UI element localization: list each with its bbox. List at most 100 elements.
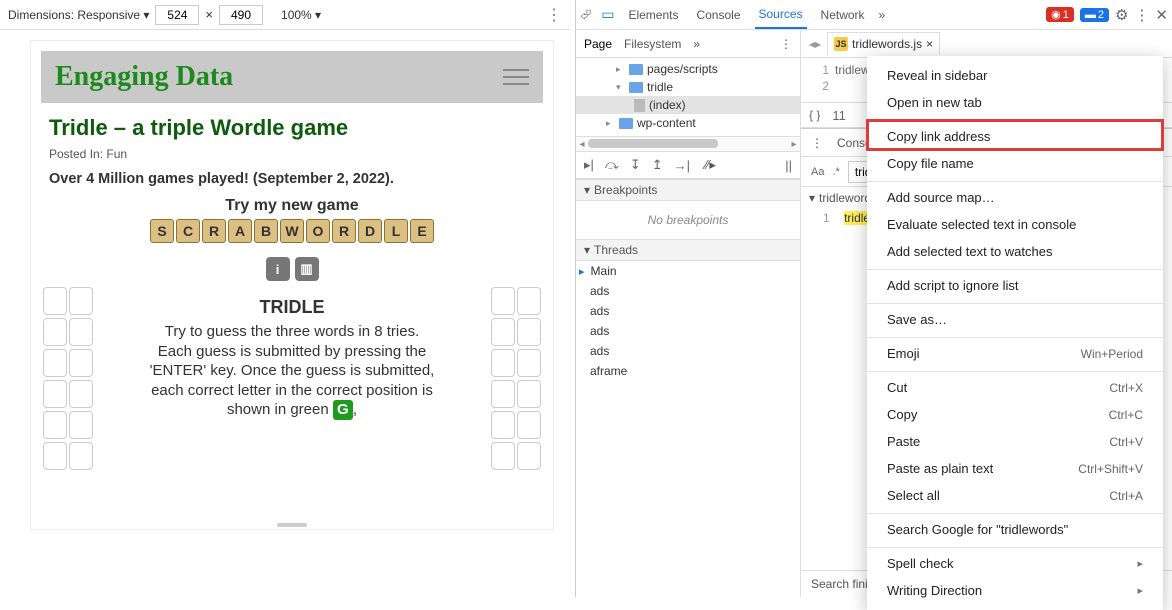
h-scrollbar[interactable]: ◂ ▸	[576, 136, 800, 151]
ctx-save-as[interactable]: Save as…	[867, 303, 1163, 333]
scroll-left-icon[interactable]: ◂	[576, 137, 588, 152]
resize-handle-icon[interactable]	[277, 523, 307, 527]
close-icon[interactable]: ✕	[1155, 6, 1168, 24]
ctx-paste[interactable]: PasteCtrl+V	[867, 428, 1163, 455]
ctx-copy-file-name[interactable]: Copy file name	[867, 150, 1163, 177]
tree-folder[interactable]: ▸pages/scripts	[576, 60, 800, 78]
tile: L	[384, 219, 408, 243]
more-icon[interactable]: »	[693, 37, 700, 51]
threads-section[interactable]: ▾Threads	[576, 239, 800, 261]
ctx-copy[interactable]: CopyCtrl+C	[867, 401, 1163, 428]
step-out-icon[interactable]: ↥	[652, 157, 663, 173]
regex-toggle[interactable]: .*	[832, 166, 839, 178]
right-board	[491, 287, 541, 473]
tile: R	[332, 219, 356, 243]
thread-item[interactable]: ads	[576, 321, 800, 341]
ctx-eval-console[interactable]: Evaluate selected text in console	[867, 211, 1163, 238]
tile: A	[228, 219, 252, 243]
error-badge[interactable]: ◉ 1	[1046, 7, 1074, 22]
height-input[interactable]	[219, 5, 263, 25]
thread-item[interactable]: ads	[576, 281, 800, 301]
ctx-paste-plain[interactable]: Paste as plain textCtrl+Shift+V	[867, 455, 1163, 482]
context-menu: Reveal in sidebar Open in new tab Copy l…	[867, 56, 1163, 610]
stats-text: Over 4 Million games played! (September …	[49, 171, 535, 187]
tile: R	[202, 219, 226, 243]
tile: W	[280, 219, 304, 243]
modal-title: TRIDLE	[144, 297, 440, 318]
ctx-open-new-tab[interactable]: Open in new tab	[867, 89, 1163, 116]
ctx-search-google[interactable]: Search Google for "tridlewords"	[867, 513, 1163, 543]
site-title[interactable]: Engaging Data	[55, 61, 233, 93]
thread-item[interactable]: ads	[576, 341, 800, 361]
ctx-spell-check[interactable]: Spell check▸	[867, 547, 1163, 577]
tile: O	[306, 219, 330, 243]
devtools-tabs: ⮰ ▭ Elements Console Sources Network » ◉…	[576, 0, 1172, 30]
nav-tab-filesystem[interactable]: Filesystem	[624, 37, 681, 51]
modal-text: Each guess is submitted by pressing the …	[144, 342, 440, 421]
modal-text: Try to guess the three words in 8 tries.	[144, 322, 440, 342]
debug-controls: ▸| ⤼ ↧ ↥ →| ⁄⁄▸ ||	[576, 151, 800, 179]
tab-network[interactable]: Network	[817, 2, 869, 28]
ctx-copy-link-address[interactable]: Copy link address	[867, 120, 1163, 150]
width-input[interactable]	[155, 5, 199, 25]
tree-folder[interactable]: ▸wp-content	[576, 114, 800, 132]
tile: B	[254, 219, 278, 243]
breakpoints-section[interactable]: ▾Breakpoints	[576, 179, 800, 201]
step-over-icon[interactable]: ⤼	[605, 157, 619, 173]
tree-file-index[interactable]: (index)	[576, 96, 800, 114]
tab-console[interactable]: Console	[692, 2, 744, 28]
js-file-icon: JS	[834, 37, 848, 51]
prev-tab-icon[interactable]: ◂▸	[809, 37, 821, 51]
pause-icon[interactable]: ▸|	[584, 157, 594, 173]
info-buttons: i ▥	[31, 257, 553, 281]
ctx-cut[interactable]: CutCtrl+X	[867, 371, 1163, 401]
gear-icon[interactable]: ⚙	[1115, 6, 1128, 24]
tile: C	[176, 219, 200, 243]
scroll-thumb[interactable]	[588, 139, 718, 148]
ctx-emoji[interactable]: EmojiWin+Period	[867, 337, 1163, 367]
thread-item[interactable]: ads	[576, 301, 800, 321]
left-board	[43, 287, 93, 473]
hamburger-icon[interactable]	[503, 69, 529, 85]
ctx-select-all[interactable]: Select allCtrl+A	[867, 482, 1163, 509]
scroll-right-icon[interactable]: ▸	[788, 137, 800, 152]
device-toggle-icon[interactable]: ▭	[601, 6, 614, 23]
kebab-icon[interactable]: ⋮	[780, 37, 792, 51]
stats-icon[interactable]: ▥	[295, 257, 319, 281]
editor-tab[interactable]: JS tridlewords.js ×	[827, 32, 940, 55]
step-icon[interactable]: →|	[674, 158, 690, 173]
site-header: Engaging Data	[41, 51, 543, 103]
zoom-dropdown[interactable]: 100% ▾	[281, 8, 321, 22]
nav-tab-page[interactable]: Page	[584, 37, 612, 51]
device-menu-icon[interactable]: ⋮	[546, 5, 562, 25]
info-icon[interactable]: i	[266, 257, 290, 281]
line-info: 11	[832, 108, 846, 123]
ctx-ignore-list[interactable]: Add script to ignore list	[867, 269, 1163, 299]
kebab-icon[interactable]: ⋮	[1134, 6, 1149, 24]
more-tabs-icon[interactable]: »	[879, 8, 886, 22]
drawer-kebab-icon[interactable]: ⋮	[811, 136, 823, 150]
ctx-add-source-map[interactable]: Add source map…	[867, 181, 1163, 211]
sources-navigator: Page Filesystem » ⋮ ▸pages/scripts ▾trid…	[576, 30, 801, 597]
case-toggle[interactable]: Aa	[811, 166, 824, 178]
inspect-icon[interactable]: ⮰	[580, 6, 591, 23]
issues-badge[interactable]: ▬ 2	[1080, 8, 1109, 22]
scrabwordle-tiles[interactable]: S C R A B W O R D L E	[31, 219, 553, 243]
step-into-icon[interactable]: ↧	[630, 157, 641, 173]
instructions-modal: TRIDLE Try to guess the three words in 8…	[132, 287, 452, 420]
tile: E	[410, 219, 434, 243]
ctx-add-watch[interactable]: Add selected text to watches	[867, 238, 1163, 265]
ctx-reveal-sidebar[interactable]: Reveal in sidebar	[867, 62, 1163, 89]
tab-sources[interactable]: Sources	[755, 1, 807, 29]
tree-folder[interactable]: ▾tridle	[576, 78, 800, 96]
thread-item[interactable]: aframe	[576, 361, 800, 381]
try-new-game: Try my new game	[31, 197, 553, 215]
dimensions-dropdown[interactable]: Dimensions: Responsive ▾	[8, 8, 149, 22]
tab-elements[interactable]: Elements	[624, 2, 682, 28]
ctx-writing-direction[interactable]: Writing Direction▸	[867, 577, 1163, 604]
posted-in: Posted In: Fun	[49, 147, 535, 161]
deactivate-bp-icon[interactable]: ||	[785, 158, 792, 173]
close-tab-icon[interactable]: ×	[926, 37, 933, 51]
thread-main[interactable]: Main	[576, 261, 800, 281]
pretty-print-icon[interactable]: { }	[809, 108, 820, 122]
